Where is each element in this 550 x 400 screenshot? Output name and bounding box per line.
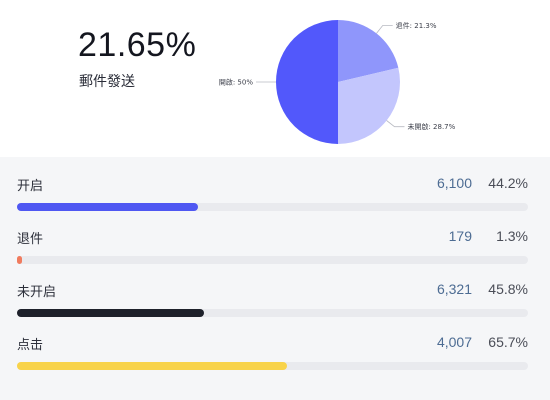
metric-opened-track [17,203,528,211]
metric-clicked-track [17,362,528,370]
metric-unopened-track [17,309,528,317]
metric-clicked-label: 点击 [17,338,44,353]
metric-clicked-percent: 65.7% [488,334,528,350]
metric-unopened-count: 6,321 [436,281,472,297]
pie-chart: 退件: 21.3% 未開啟: 28.7% 開啟: 50% [219,20,456,144]
metric-clicked[interactable]: 点击 4,007 65.7% [17,334,528,387]
metric-unopened-percent: 45.8% [488,281,528,297]
metric-bounced-percent: 1.3% [496,228,528,244]
pie-chart-container: 退件: 21.3% 未開啟: 28.7% 開啟: 50% [0,0,550,157]
metric-unopened-label: 未开启 [17,285,57,300]
summary-panel: 21.65% 郵件發送 退件: 21.3% 未開啟: 28.7% 開啟: 50% [0,0,550,157]
metric-opened-bar [17,203,199,211]
metric-opened-count: 6,100 [436,175,472,191]
metric-clicked-count: 4,007 [436,334,472,350]
metric-unopened[interactable]: 未开启 6,321 45.8% [17,281,528,334]
metric-opened[interactable]: 开启 6,100 44.2% [17,175,528,228]
pie-slice-opened[interactable] [276,20,338,144]
metric-bounced[interactable]: 退件 179 1.3% [17,228,528,281]
pie-label-opened: 開啟: 50% [219,78,253,87]
metric-opened-percent: 44.2% [488,175,528,191]
metrics-panel: 开启 6,100 44.2% 退件 179 1.3% 未开启 6,321 45.… [0,157,550,400]
metric-bounced-bar [17,256,23,264]
metric-bounced-track [17,256,528,264]
pie-callout-line-unopened [386,120,405,128]
metric-clicked-bar [17,362,287,370]
metric-unopened-bar [17,309,205,317]
pie-callout-line-bounced [376,25,393,34]
pie-label-unopened: 未開啟: 28.7% [407,122,455,131]
metric-opened-label: 开启 [17,179,44,194]
metric-bounced-count: 179 [448,228,472,244]
metric-bounced-label: 退件 [17,232,44,247]
pie-label-bounced: 退件: 21.3% [396,21,437,30]
